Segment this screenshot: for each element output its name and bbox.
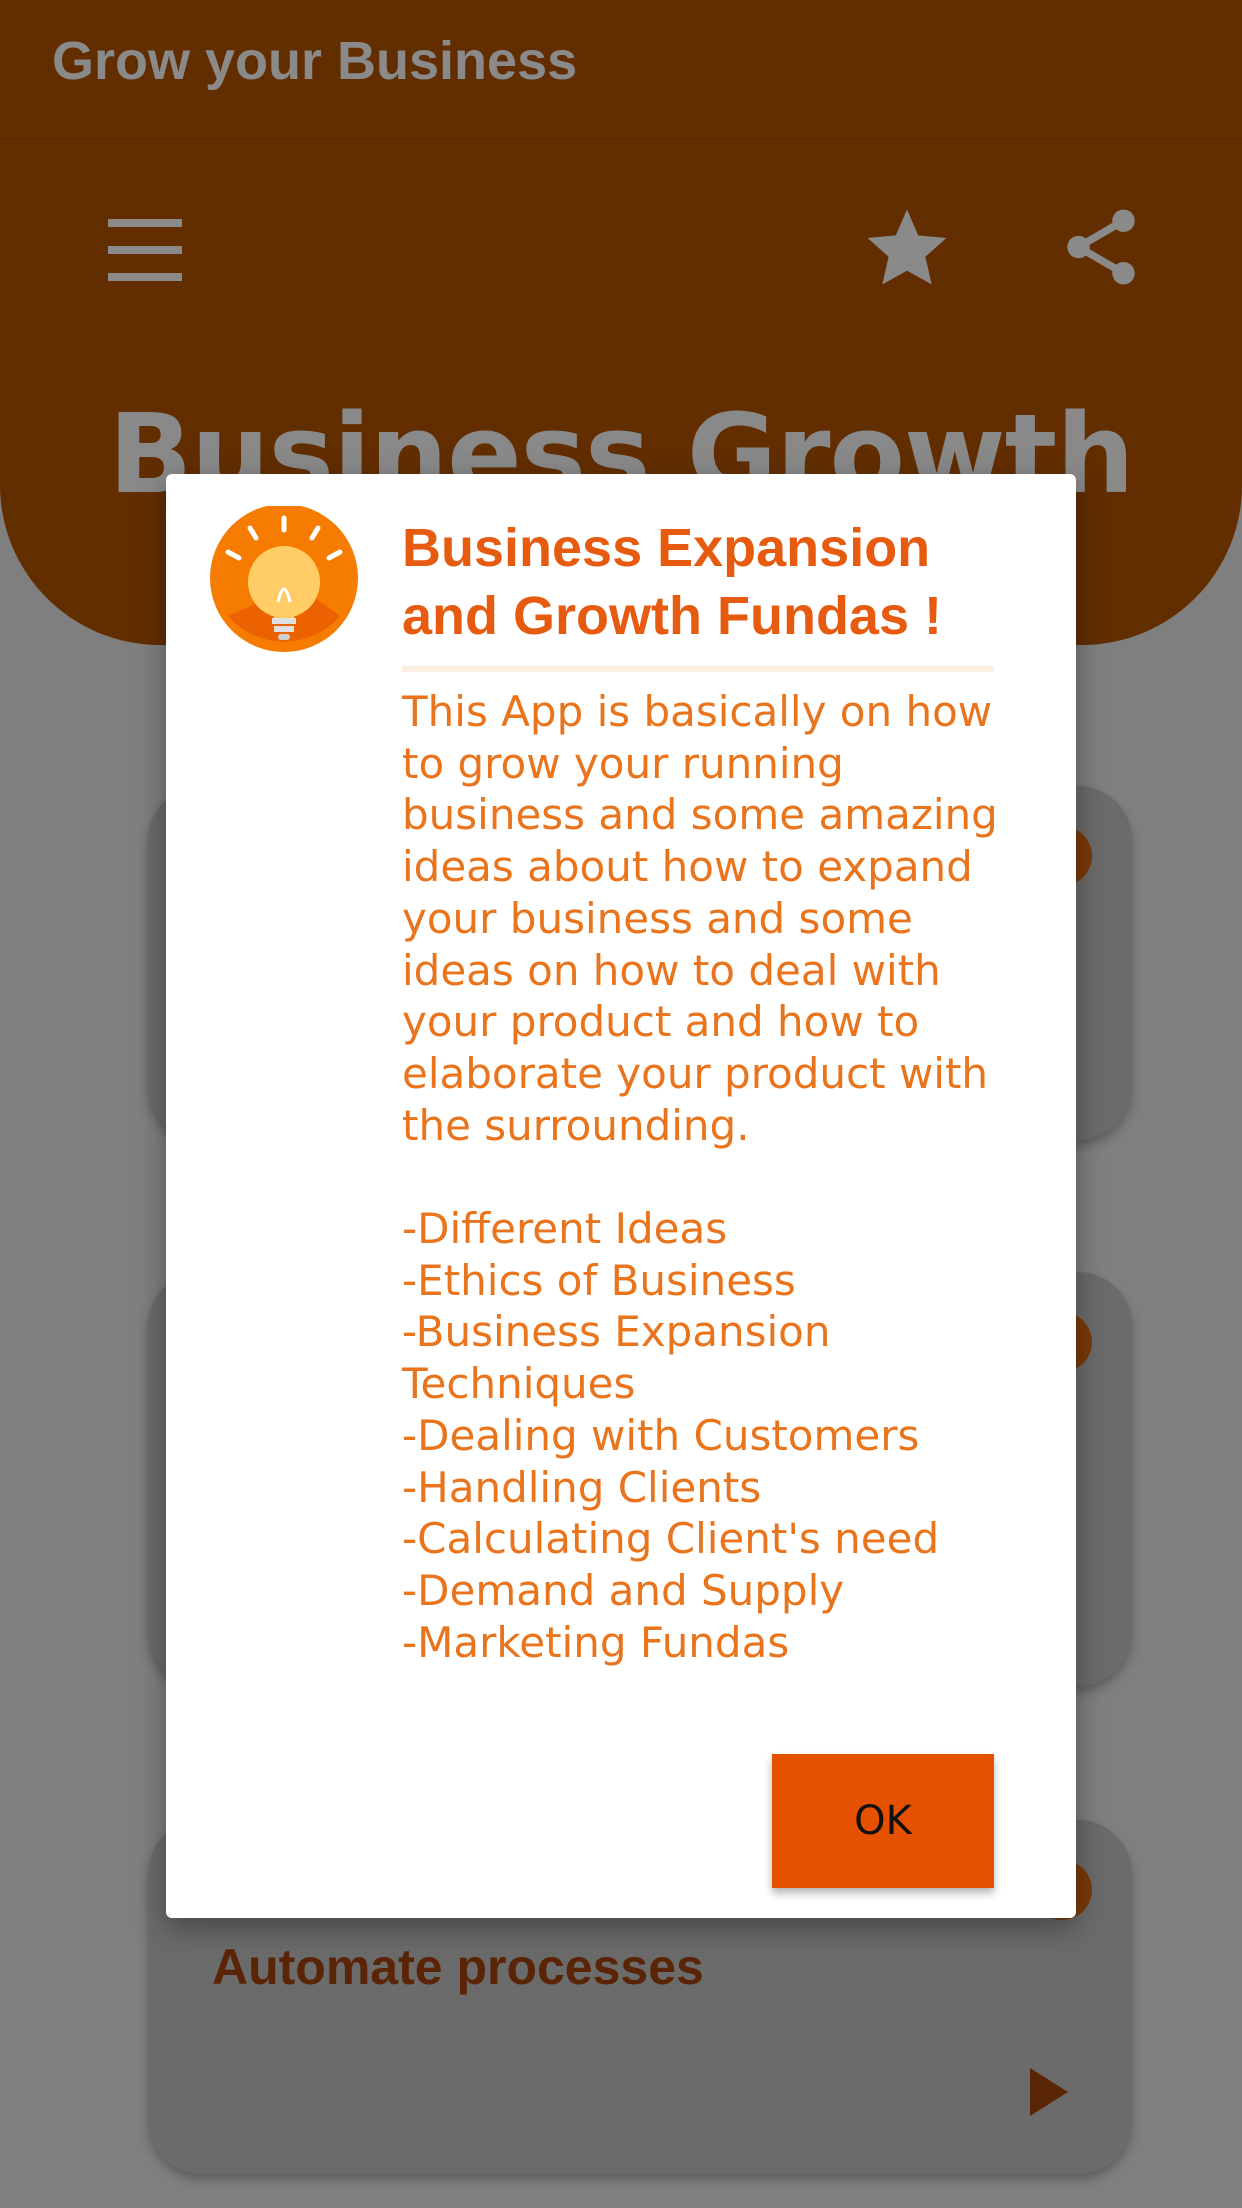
star-icon[interactable] [862,202,952,292]
play-icon[interactable] [1030,2068,1068,2116]
about-dialog: Business Expansion and Growth Fundas ! T… [166,474,1076,1918]
lightbulb-icon [208,504,360,658]
dialog-divider [402,666,994,672]
card-title: Automate processes [212,1939,704,1995]
dialog-title: Business Expansion and Growth Fundas ! [402,518,942,646]
dialog-message: This App is basically on how to grow you… [402,687,998,1667]
share-icon[interactable] [1056,202,1146,292]
app-title-bar: Grow your Business [0,0,1242,140]
hamburger-menu-icon[interactable] [100,215,190,285]
app-title: Grow your Business [52,31,578,91]
ok-button[interactable]: OK [772,1754,994,1888]
